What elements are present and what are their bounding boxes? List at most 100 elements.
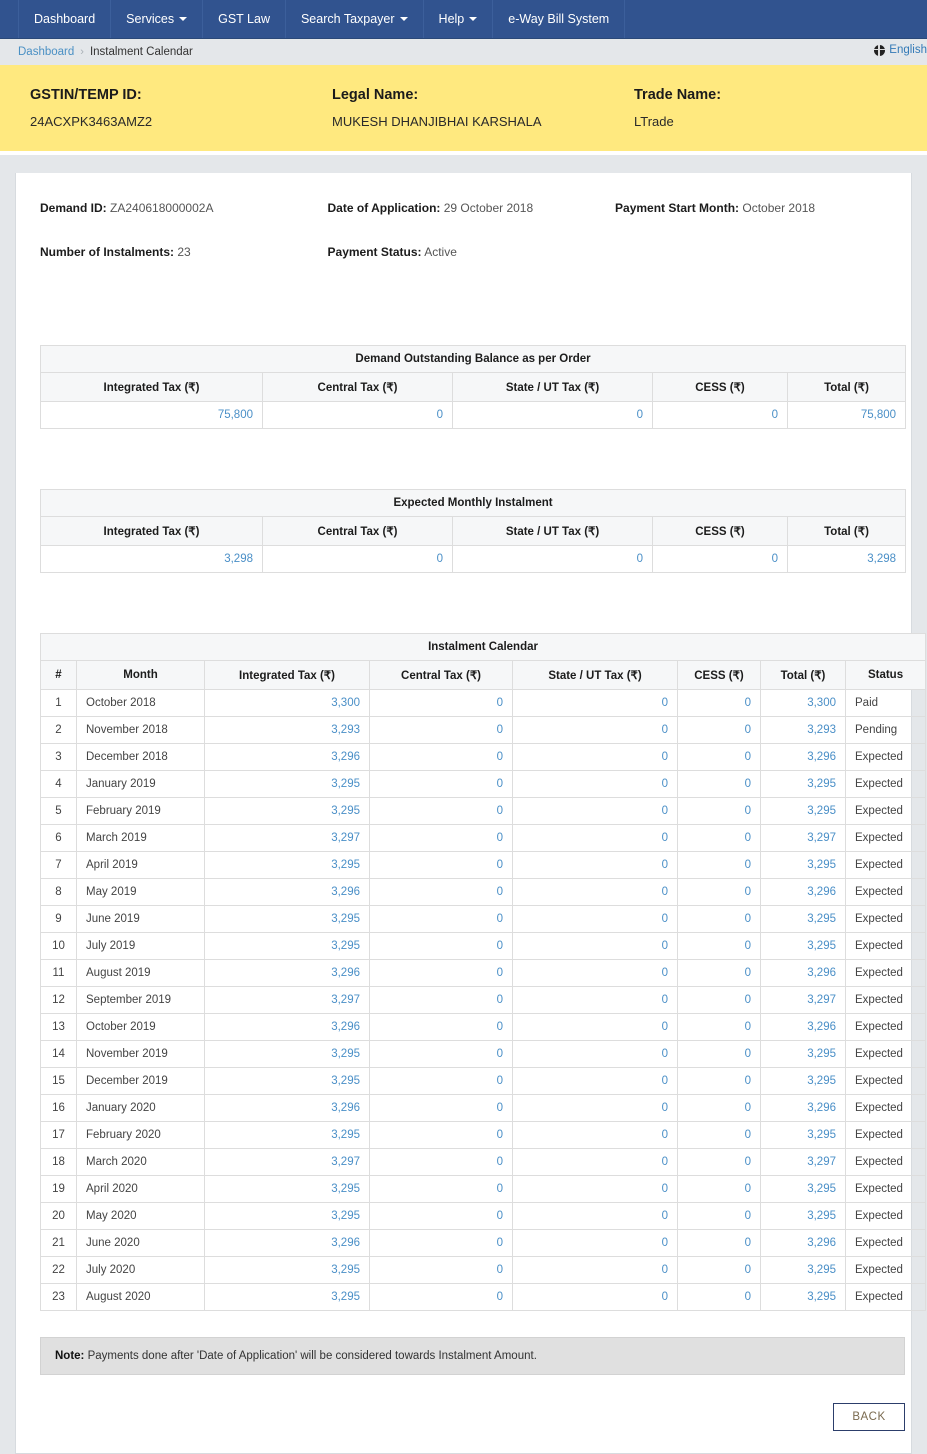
cell-state-ut-tax: 0: [513, 1041, 678, 1068]
cell-cess: 0: [678, 1014, 761, 1041]
cell-month: March 2020: [77, 1149, 205, 1176]
content-panel: Demand ID: ZA240618000002A Date of Appli…: [15, 173, 912, 1454]
cell-central-tax: 0: [370, 960, 513, 987]
language-label: English: [889, 44, 927, 56]
nav-item-help[interactable]: Help: [424, 0, 494, 38]
cell-central-tax: 0: [370, 1068, 513, 1095]
col-integrated-tax: Integrated Tax (₹): [41, 373, 263, 402]
cell-cess: 0: [678, 690, 761, 717]
legal-name-label: Legal Name:: [332, 87, 634, 103]
cell-integrated-tax: 3,300: [205, 690, 370, 717]
cell-month: December 2018: [77, 744, 205, 771]
col-total: Total (₹): [788, 373, 906, 402]
cell-: 12: [41, 987, 77, 1014]
cell-central-tax: 0: [370, 1257, 513, 1284]
cell-total: 3,293: [761, 717, 846, 744]
banner-legal-name-block: Legal Name: MUKESH DHANJIBHAI KARSHALA: [332, 87, 634, 129]
cell-: 2: [41, 717, 77, 744]
demand-id-label: Demand ID:: [40, 201, 107, 215]
cell-cess: 0: [678, 717, 761, 744]
nav-label: e-Way Bill System: [508, 12, 609, 26]
nav-item-eway-bill-system[interactable]: e-Way Bill System: [493, 0, 625, 38]
cell-integrated-tax: 3,295: [205, 1176, 370, 1203]
cell-status: Expected: [846, 1176, 926, 1203]
expected-monthly-title: Expected Monthly Instalment: [41, 490, 906, 517]
cell-: 7: [41, 852, 77, 879]
instalment-calendar-table: Instalment Calendar # Month Integrated T…: [40, 633, 926, 1311]
cell-: 17: [41, 1122, 77, 1149]
table-row: 6March 20193,2970003,297Expected: [41, 825, 926, 852]
cell-status: Expected: [846, 1014, 926, 1041]
nav-label: Search Taxpayer: [301, 12, 395, 26]
cell-state-ut-tax: 0: [513, 1014, 678, 1041]
cell-state-ut-tax: 0: [513, 717, 678, 744]
cell-state-ut-tax: 0: [513, 1230, 678, 1257]
cell-integrated-tax: 3,295: [205, 852, 370, 879]
cell-integrated-tax: 3,296: [205, 1014, 370, 1041]
cell-: 13: [41, 1014, 77, 1041]
cell-status: Expected: [846, 1095, 926, 1122]
cell-central-tax: 0: [370, 933, 513, 960]
table-row: 3December 20183,2960003,296Expected: [41, 744, 926, 771]
nav-item-services[interactable]: Services: [111, 0, 203, 38]
col-month: Month: [77, 661, 205, 690]
cell-: 1: [41, 690, 77, 717]
table-header-row: Integrated Tax (₹) Central Tax (₹) State…: [41, 517, 906, 546]
gstin-value: 24ACXPK3463AMZ2: [30, 114, 332, 129]
nav-label: Services: [126, 12, 174, 26]
cell-: 23: [41, 1284, 77, 1311]
cell-total: 3,297: [761, 987, 846, 1014]
page-root: Dashboard Services GST Law Search Taxpay…: [0, 0, 927, 1454]
meta-payment-start-month: Payment Start Month: October 2018: [615, 201, 887, 215]
nav-item-dashboard[interactable]: Dashboard: [18, 0, 111, 38]
cell-state-ut-tax: 0: [513, 1257, 678, 1284]
cell-total: 3,296: [761, 960, 846, 987]
cell-status: Expected: [846, 771, 926, 798]
cell-central-tax: 0: [370, 690, 513, 717]
table-caption-row: Instalment Calendar: [41, 634, 926, 661]
note-box: Note: Payments done after 'Date of Appli…: [40, 1337, 905, 1375]
note-text: Payments done after 'Date of Application…: [84, 1350, 537, 1362]
table-row: 75,800 0 0 0 75,800: [41, 402, 906, 429]
table-row: 18March 20203,2970003,297Expected: [41, 1149, 926, 1176]
cell-total: 3,295: [761, 1041, 846, 1068]
col-cess: CESS (₹): [678, 661, 761, 690]
cell-: 5: [41, 798, 77, 825]
cell-month: January 2020: [77, 1095, 205, 1122]
cell-integrated-tax: 3,296: [205, 744, 370, 771]
cell-central-tax: 0: [370, 1203, 513, 1230]
trade-name-label: Trade Name:: [634, 87, 894, 103]
back-button[interactable]: BACK: [833, 1403, 905, 1431]
breadcrumb-link-dashboard[interactable]: Dashboard: [18, 46, 74, 58]
cell-total: 3,295: [761, 1284, 846, 1311]
cell-month: May 2020: [77, 1203, 205, 1230]
cell-month: November 2018: [77, 717, 205, 744]
spacer: [40, 429, 887, 489]
legal-name-value: MUKESH DHANJIBHAI KARSHALA: [332, 114, 634, 129]
nav-item-gst-law[interactable]: GST Law: [203, 0, 286, 38]
cell-total: 3,295: [761, 933, 846, 960]
cell-month: April 2019: [77, 852, 205, 879]
nav-item-search-taxpayer[interactable]: Search Taxpayer: [286, 0, 424, 38]
chevron-down-icon: [469, 17, 477, 21]
table-row: 15December 20193,2950003,295Expected: [41, 1068, 926, 1095]
cell-status: Expected: [846, 906, 926, 933]
cell-total: 3,295: [761, 1068, 846, 1095]
cell-month: June 2020: [77, 1230, 205, 1257]
cell-cess: 0: [678, 1068, 761, 1095]
cell-integrated-tax: 3,297: [205, 1149, 370, 1176]
gstin-label: GSTIN/TEMP ID:: [30, 87, 332, 103]
cell-month: May 2019: [77, 879, 205, 906]
cell-central-tax: 0: [263, 402, 453, 429]
cell-month: January 2019: [77, 771, 205, 798]
cell-month: November 2019: [77, 1041, 205, 1068]
col-state-ut-tax: State / UT Tax (₹): [453, 373, 653, 402]
cell-cess: 0: [678, 1041, 761, 1068]
col-integrated-tax: Integrated Tax (₹): [205, 661, 370, 690]
cell-: 21: [41, 1230, 77, 1257]
language-selector[interactable]: English: [874, 44, 927, 56]
nav-label: Help: [439, 12, 465, 26]
page-gap: [0, 155, 927, 173]
cell-integrated-tax: 3,295: [205, 933, 370, 960]
demand-outstanding-table: Demand Outstanding Balance as per Order …: [40, 345, 906, 429]
